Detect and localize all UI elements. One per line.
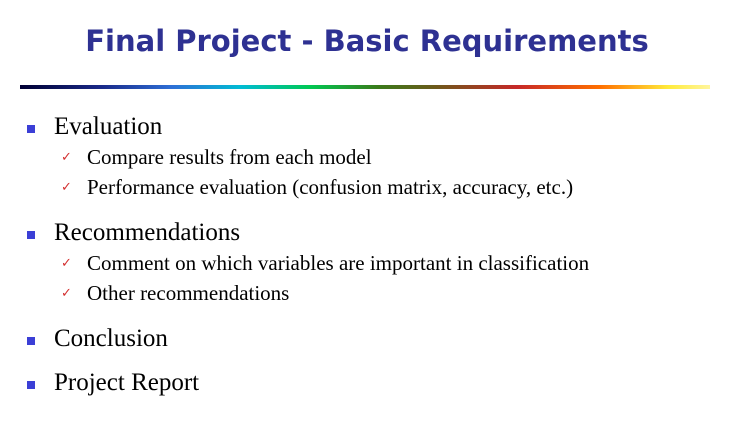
slide-title: Final Project - Basic Requirements <box>85 24 649 58</box>
checkmark-icon: ✓ <box>61 150 72 165</box>
title-divider-gradient <box>20 85 710 89</box>
list-item: Conclusion <box>25 324 715 354</box>
list-item: Evaluation <box>25 112 715 142</box>
subitem-text: Compare results from each model <box>87 145 372 169</box>
checkmark-icon: ✓ <box>61 286 72 301</box>
section-label: Recommendations <box>54 219 241 246</box>
section-evaluation: Evaluation ✓ Compare results from each m… <box>25 112 715 202</box>
section-conclusion: Conclusion <box>25 324 715 354</box>
section-recommendations: Recommendations ✓ Comment on which varia… <box>25 218 715 308</box>
subitem-text: Performance evaluation (confusion matrix… <box>87 175 574 199</box>
list-item: ✓ Compare results from each model <box>25 142 715 172</box>
list-item: ✓ Other recommendations <box>25 278 715 308</box>
list-item: ✓ Performance evaluation (confusion matr… <box>25 172 715 202</box>
bullet-list: Evaluation ✓ Compare results from each m… <box>25 112 715 398</box>
slide: Final Project - Basic Requirements Evalu… <box>0 0 734 442</box>
checkmark-icon: ✓ <box>61 256 72 271</box>
section-label: Evaluation <box>54 113 163 140</box>
square-bullet-icon <box>27 381 35 389</box>
list-item: Project Report <box>25 368 715 398</box>
square-bullet-icon <box>27 125 35 133</box>
list-item: Recommendations <box>25 218 715 248</box>
subitem-text: Comment on which variables are important… <box>87 251 590 275</box>
square-bullet-icon <box>27 231 35 239</box>
section-label: Project Report <box>54 369 200 396</box>
subitem-text: Other recommendations <box>87 281 290 305</box>
section-label: Conclusion <box>54 325 168 352</box>
square-bullet-icon <box>27 337 35 345</box>
checkmark-icon: ✓ <box>61 180 72 195</box>
list-item: ✓ Comment on which variables are importa… <box>25 248 715 278</box>
section-project-report: Project Report <box>25 368 715 398</box>
